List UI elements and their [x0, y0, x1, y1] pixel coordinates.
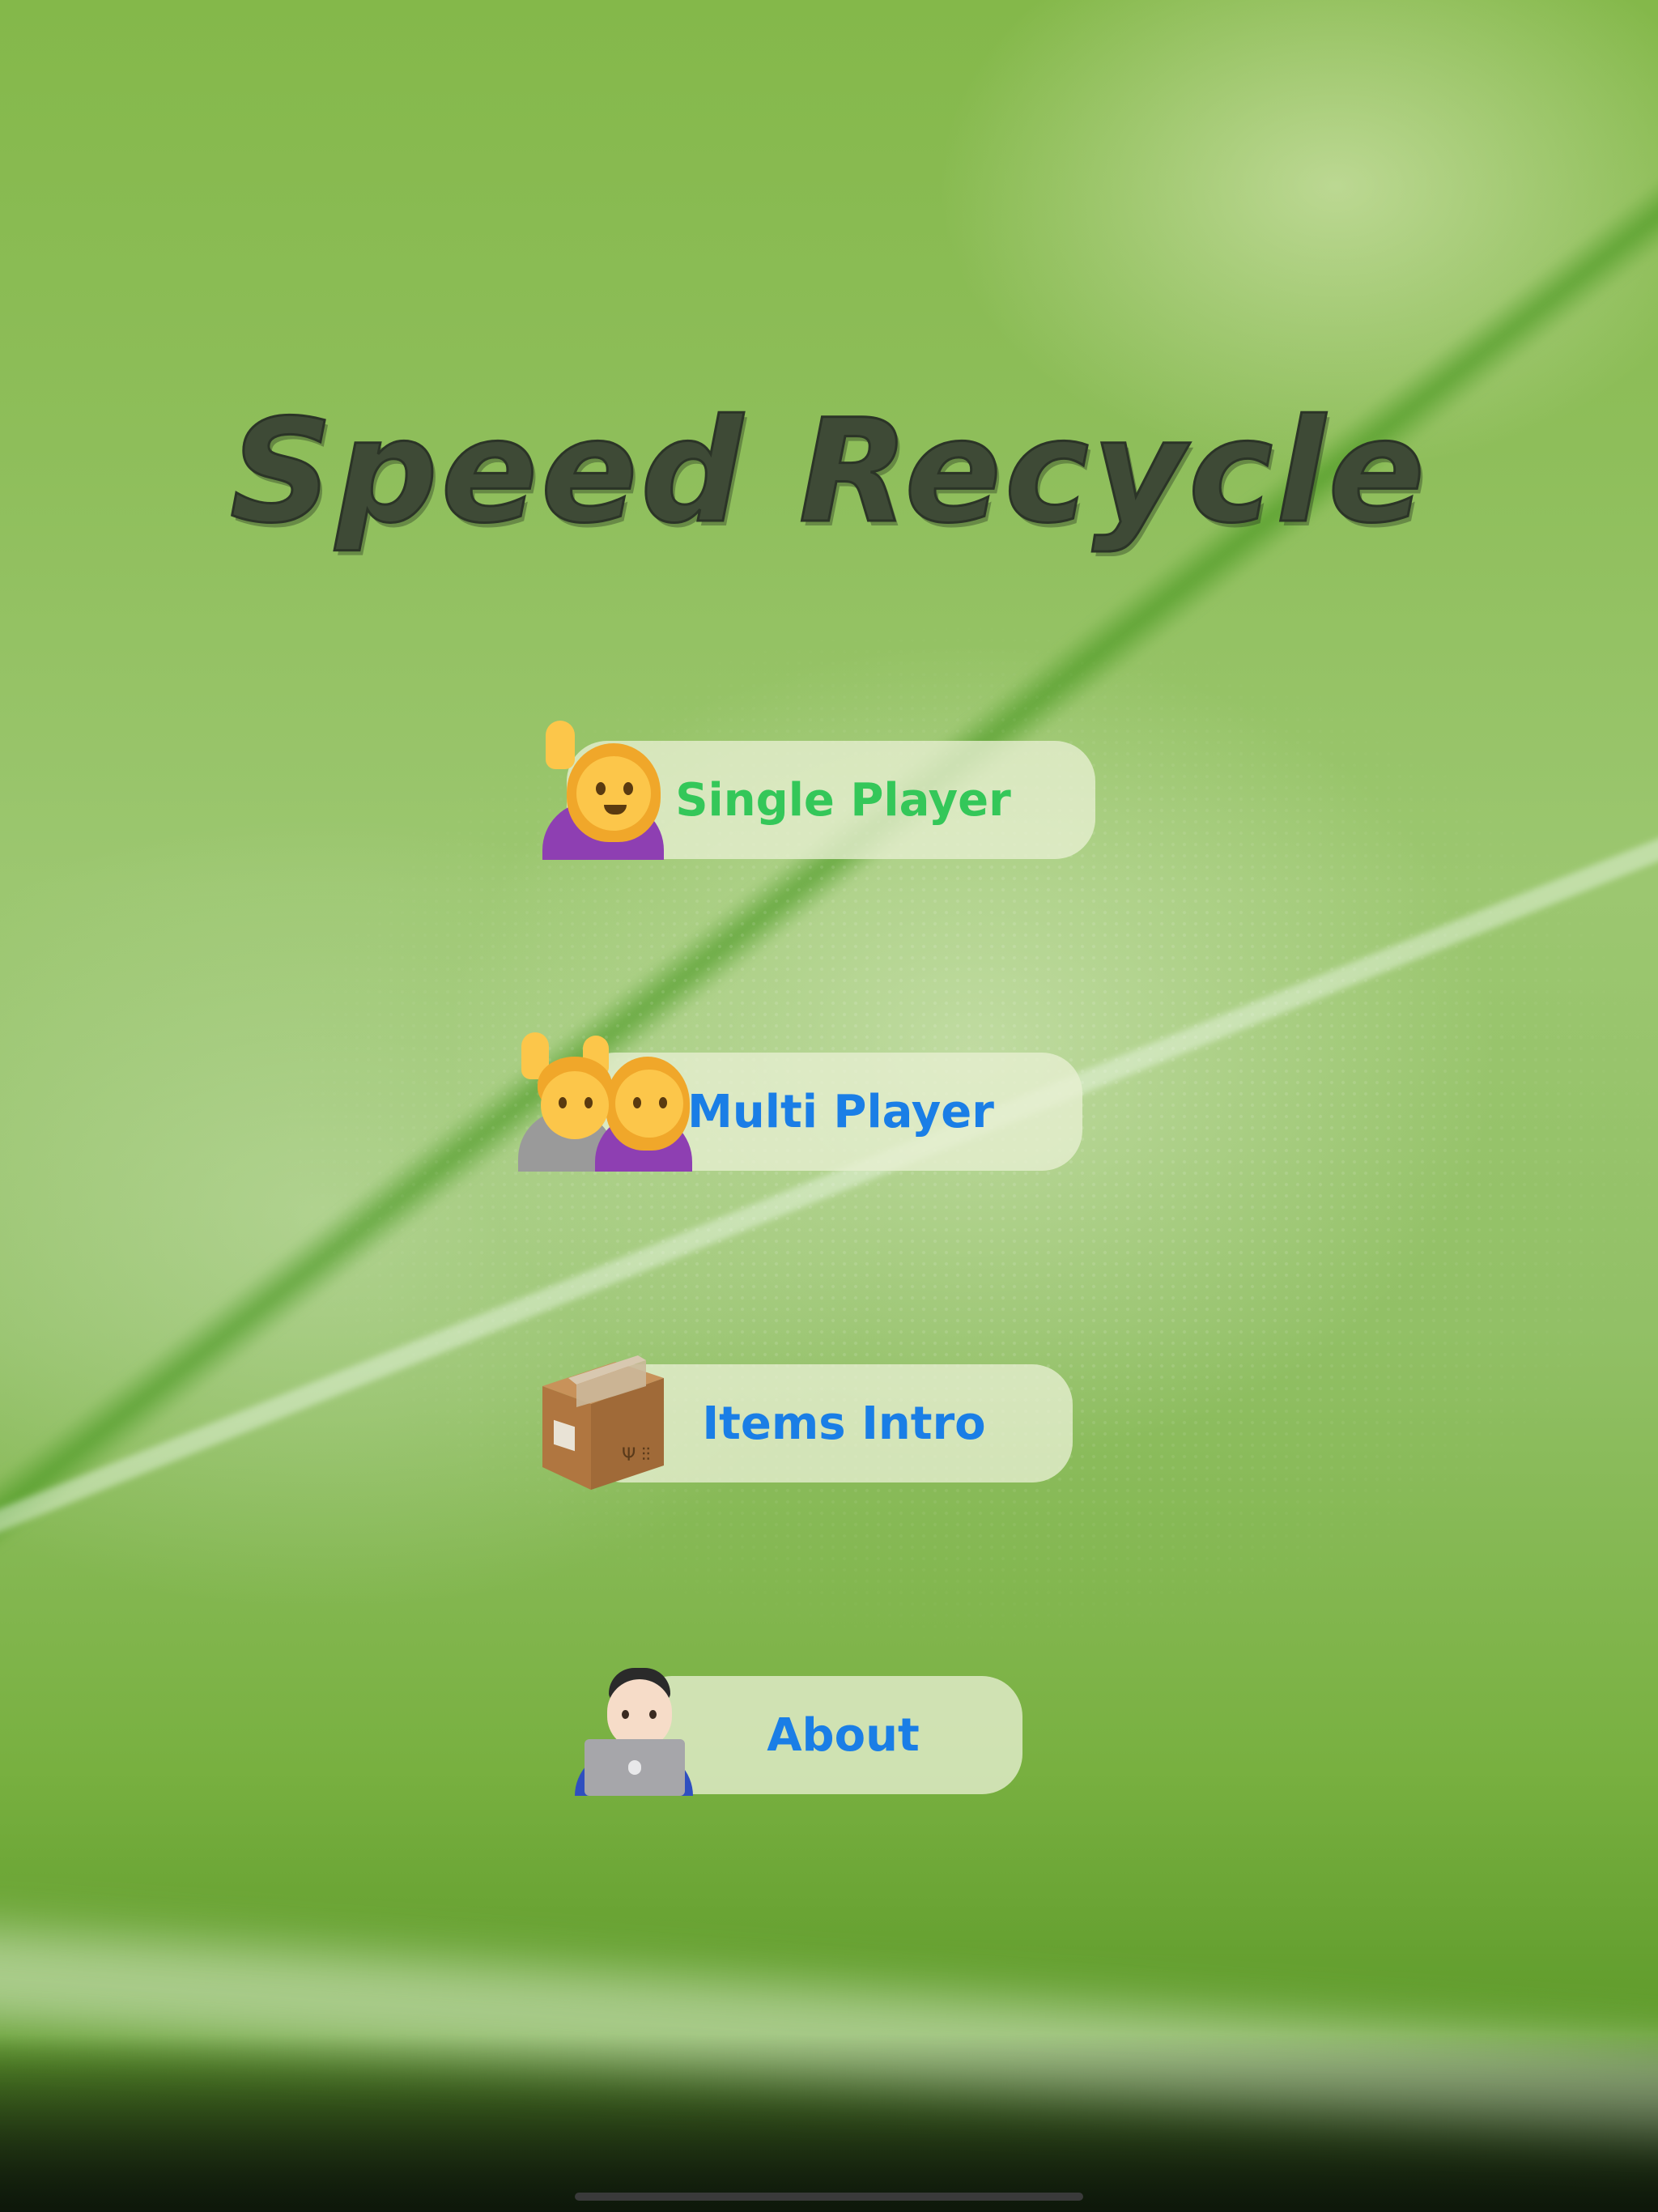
bottom-shadow	[0, 2034, 1658, 2212]
technologist-laptop-icon	[573, 1660, 695, 1796]
about-label: About	[767, 1708, 920, 1762]
two-people-raising-hands-icon	[518, 1032, 692, 1172]
home-indicator[interactable]	[575, 2193, 1083, 2201]
app-title: Speed Recycle	[229, 388, 1428, 556]
svg-text:Ψ ⫶⫶: Ψ ⫶⫶	[622, 1445, 650, 1465]
woman-raising-hand-icon	[542, 721, 664, 860]
items-intro-label: Items Intro	[702, 1397, 986, 1450]
single-player-label: Single Player	[675, 773, 1011, 827]
package-icon: Ψ ⫶⫶	[534, 1354, 670, 1493]
multi-player-label: Multi Player	[687, 1085, 994, 1138]
